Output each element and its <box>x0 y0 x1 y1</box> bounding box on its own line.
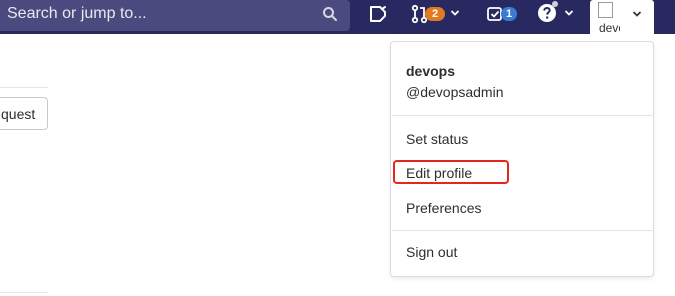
edit-profile-highlight <box>393 160 509 184</box>
issues-count-badge: 1 <box>501 7 517 21</box>
divider <box>0 87 48 88</box>
avatar-alt-text: devops <box>599 21 620 33</box>
divider <box>392 115 654 116</box>
user-dropdown-menu: devops @devopsadmin Set status Edit prof… <box>390 41 654 277</box>
todo-icon[interactable] <box>368 4 388 24</box>
user-handle: @devopsadmin <box>406 84 504 100</box>
menu-item-sign-out[interactable]: Sign out <box>406 244 457 260</box>
search-placeholder: Search or jump to... <box>7 5 147 22</box>
merge-request-count-badge: 2 <box>425 7 445 21</box>
search-icon[interactable] <box>322 6 338 22</box>
divider <box>0 292 48 293</box>
avatar[interactable]: devops <box>598 1 620 33</box>
user-menu-button[interactable]: devops <box>590 0 654 34</box>
chevron-down-icon[interactable] <box>450 8 460 18</box>
chevron-down-icon[interactable] <box>564 8 574 18</box>
menu-item-preferences[interactable]: Preferences <box>406 200 481 216</box>
help-notification-dot <box>552 1 558 7</box>
search-input[interactable]: Search or jump to... <box>0 0 350 31</box>
chevron-down-icon[interactable] <box>632 9 642 19</box>
new-merge-request-button[interactable]: quest <box>0 97 48 130</box>
user-name: devops <box>406 63 456 79</box>
top-navbar: Search or jump to... 2 1 devops <box>0 0 675 34</box>
broken-image-icon <box>598 2 613 18</box>
menu-item-set-status[interactable]: Set status <box>406 131 468 147</box>
divider <box>392 230 654 231</box>
